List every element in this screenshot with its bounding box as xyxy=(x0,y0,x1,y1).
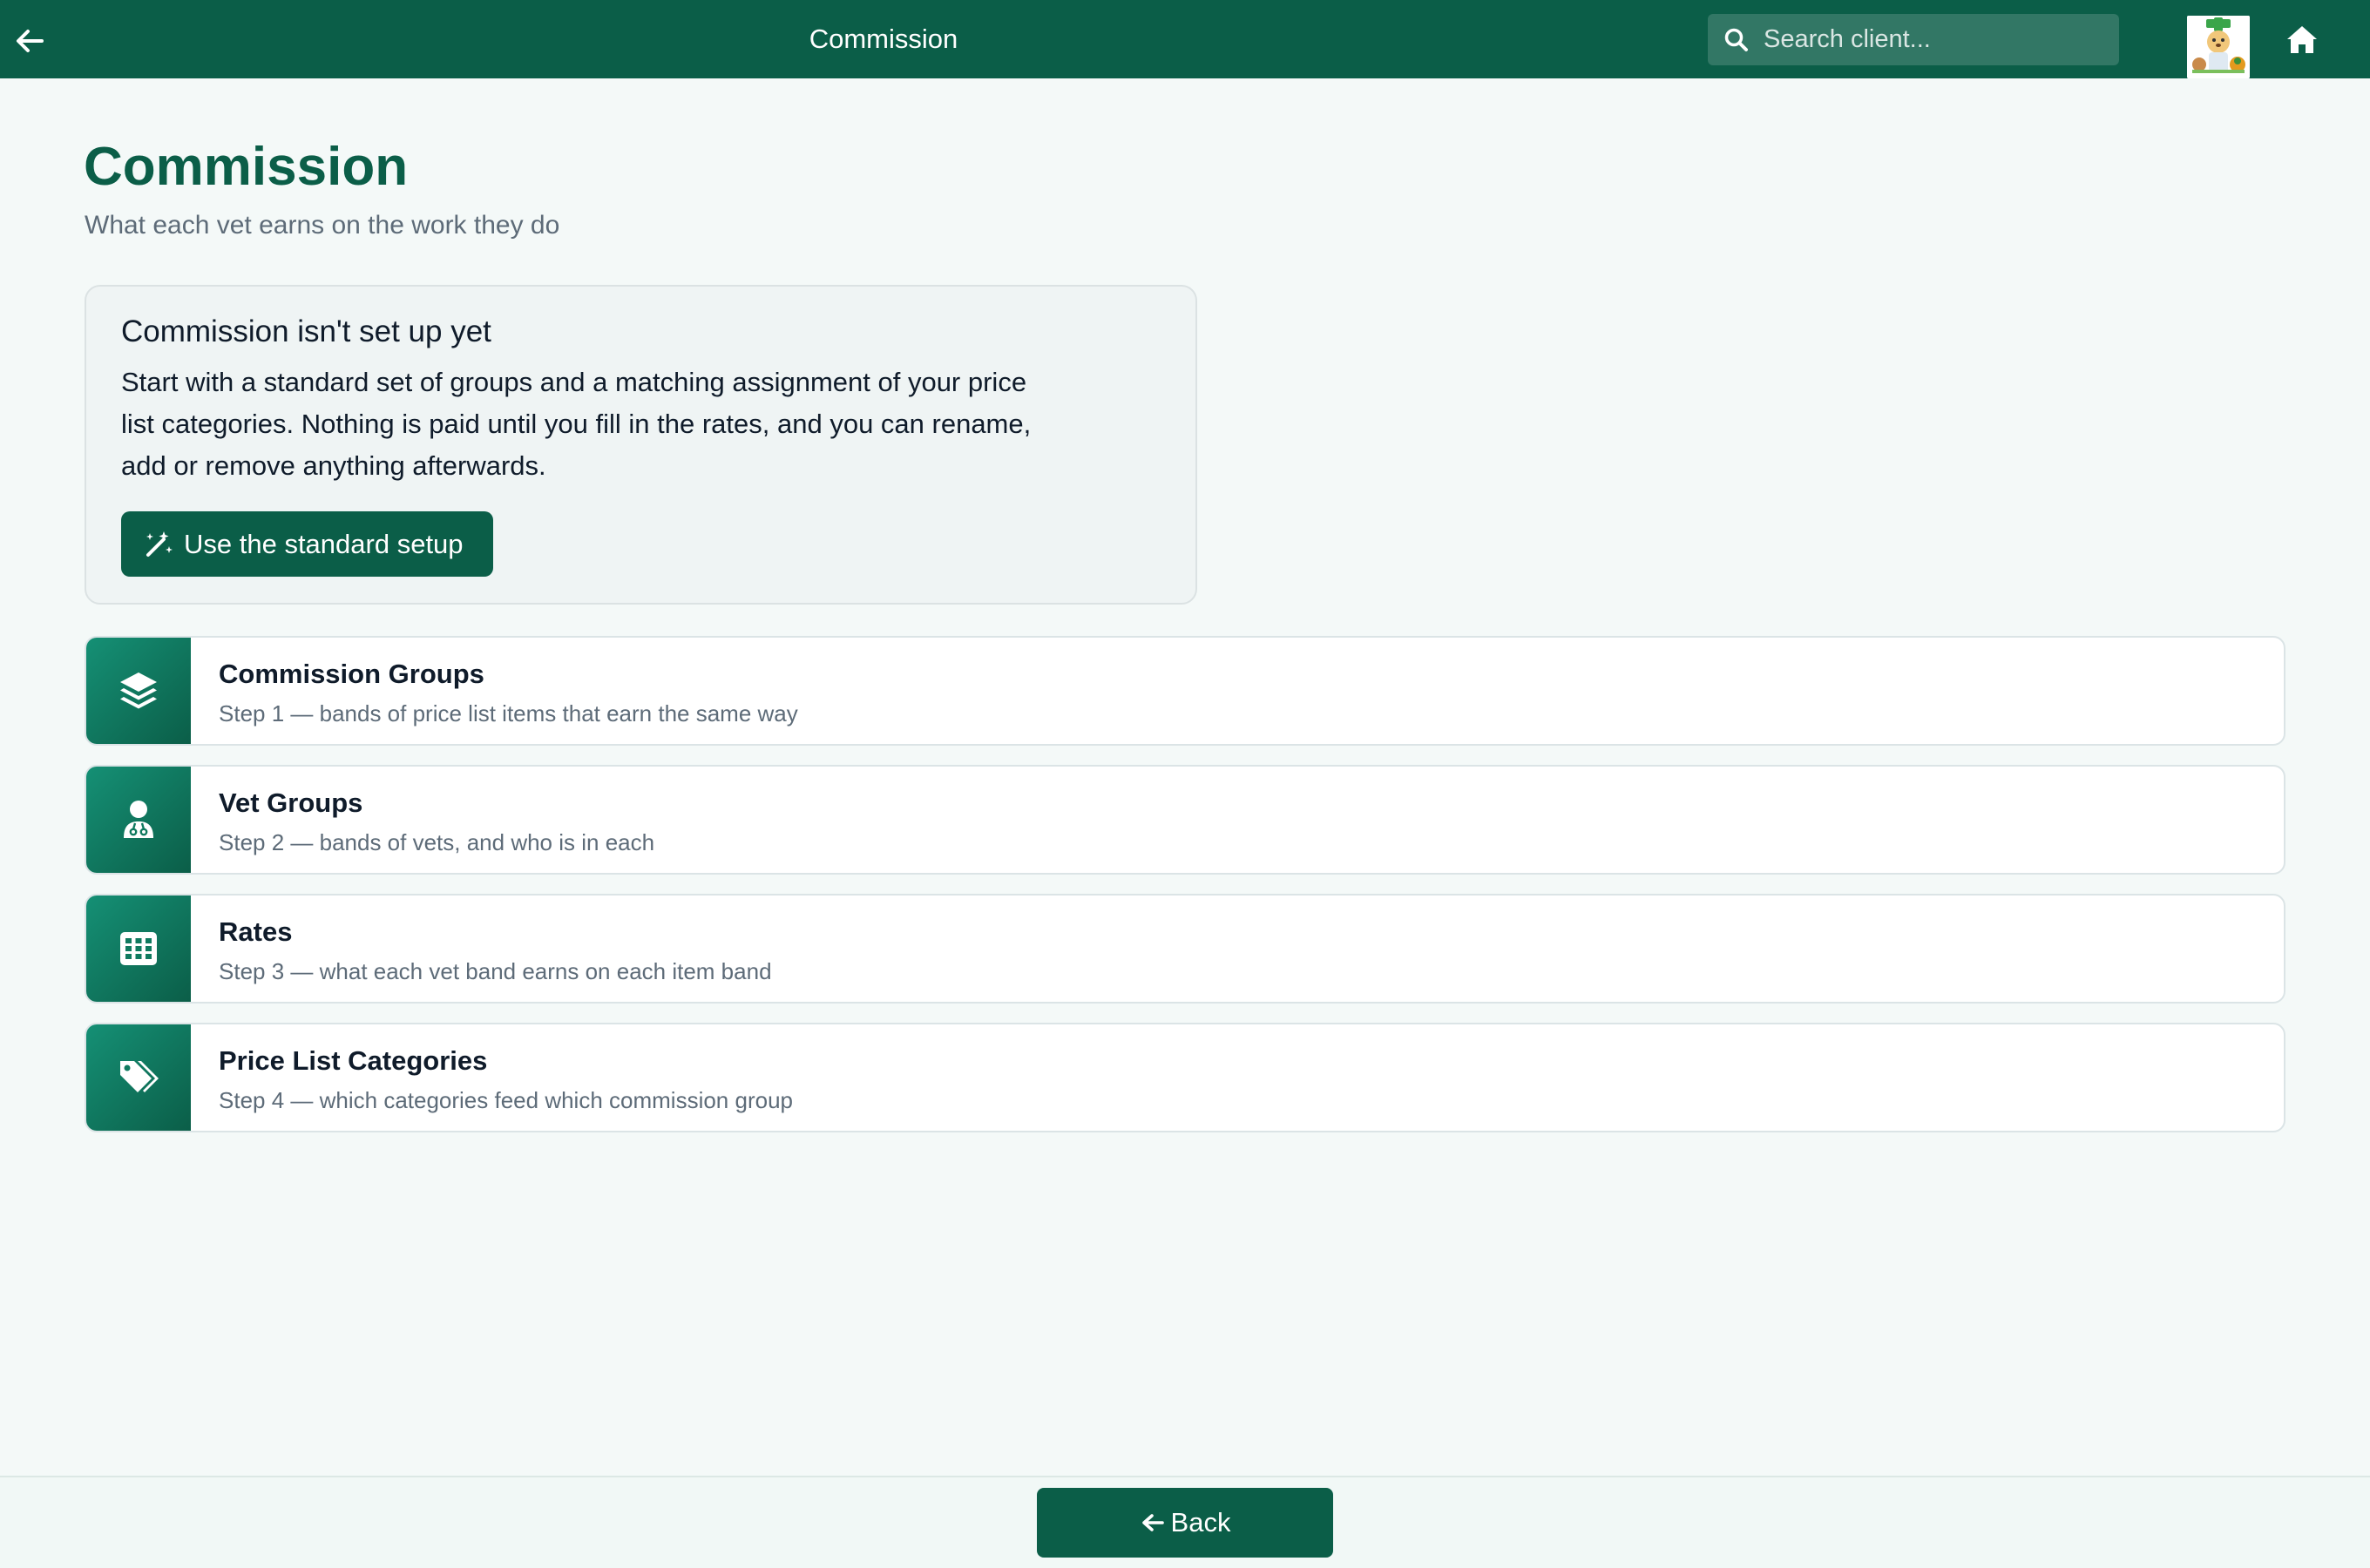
tags-icon xyxy=(120,1061,159,1092)
step-subtitle: Step 3 — what each vet band earns on eac… xyxy=(219,958,772,984)
step-icon-box xyxy=(86,767,191,873)
setup-card-title: Commission isn't set up yet xyxy=(121,314,491,348)
grid-icon xyxy=(120,932,157,965)
page-subtitle: What each vet earns on the work they do xyxy=(85,211,560,240)
step-subtitle: Step 4 — which categories feed which com… xyxy=(219,1087,793,1113)
clinic-logo-icon xyxy=(2187,16,2250,78)
step-row-price-list-categories[interactable]: Price List Categories Step 4 — which cat… xyxy=(85,1023,2285,1132)
step-subtitle: Step 2 — bands of vets, and who is in ea… xyxy=(219,829,655,855)
home-icon[interactable] xyxy=(2285,23,2319,57)
search-box[interactable] xyxy=(1708,14,2119,65)
step-row-commission-groups[interactable]: Commission Groups Step 1 — bands of pric… xyxy=(85,636,2285,746)
step-title: Commission Groups xyxy=(219,659,484,689)
back-button-label: Back xyxy=(1170,1507,1231,1538)
step-title: Vet Groups xyxy=(219,787,363,818)
use-standard-setup-button[interactable]: Use the standard setup xyxy=(121,511,493,577)
avatar[interactable] xyxy=(2187,16,2250,78)
step-subtitle: Step 1 — bands of price list items that … xyxy=(219,700,798,727)
arrow-left-icon xyxy=(1140,1510,1166,1536)
vet-user-icon xyxy=(124,801,153,838)
step-icon-box xyxy=(86,638,191,744)
top-bar: Commission xyxy=(0,0,2370,78)
topbar-title: Commission xyxy=(809,24,958,54)
layers-icon xyxy=(120,672,157,709)
back-button[interactable]: Back xyxy=(1037,1488,1333,1558)
step-title: Price List Categories xyxy=(219,1045,488,1076)
footer-bar: Back xyxy=(0,1476,2370,1568)
step-icon-box xyxy=(86,1024,191,1131)
search-icon xyxy=(1722,25,1751,55)
page-title: Commission xyxy=(84,137,409,197)
step-icon-box xyxy=(86,896,191,1002)
magic-wand-icon xyxy=(142,528,175,561)
use-standard-setup-label: Use the standard setup xyxy=(184,528,464,559)
step-row-rates[interactable]: Rates Step 3 — what each vet band earns … xyxy=(85,894,2285,1004)
step-row-vet-groups[interactable]: Vet Groups Step 2 — bands of vets, and w… xyxy=(85,765,2285,875)
setup-card: Commission isn't set up yet Start with a… xyxy=(85,285,1197,605)
step-title: Rates xyxy=(219,916,293,947)
search-input[interactable] xyxy=(1762,24,2114,55)
setup-card-description: Start with a standard set of groups and … xyxy=(121,367,1032,481)
